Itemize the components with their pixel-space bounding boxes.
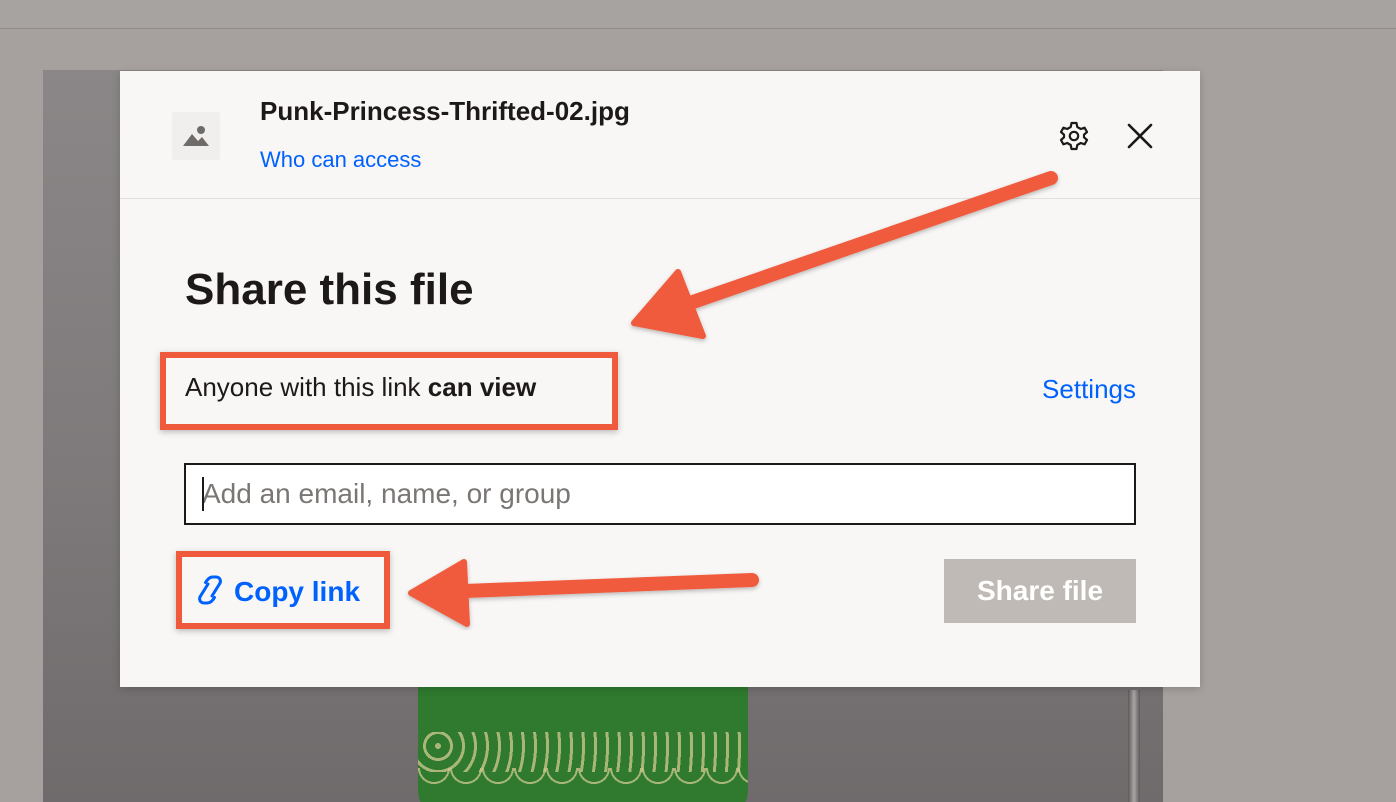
clothes-rail-pole <box>1128 690 1140 802</box>
annotation-highlight-access <box>160 352 618 430</box>
file-name: Punk-Princess-Thrifted-02.jpg <box>260 96 630 126</box>
close-icon[interactable] <box>1122 118 1158 154</box>
text-caret <box>202 477 204 511</box>
who-can-access-link[interactable]: Who can access <box>260 147 421 173</box>
browser-top-strip <box>0 0 1396 29</box>
link-settings-link[interactable]: Settings <box>1042 374 1136 405</box>
dialog-title: Share this file <box>185 265 474 314</box>
image-icon <box>172 112 220 160</box>
dress-embroidery <box>418 732 748 772</box>
invite-input[interactable] <box>184 463 1136 525</box>
annotation-highlight-copy-link <box>176 551 390 629</box>
gear-icon[interactable] <box>1056 118 1092 154</box>
dialog-header: Punk-Princess-Thrifted-02.jpg Who can ac… <box>120 71 1200 199</box>
green-dress-image <box>418 680 748 802</box>
dress-scallop-trim <box>418 768 748 786</box>
share-file-button[interactable]: Share file <box>944 559 1136 623</box>
